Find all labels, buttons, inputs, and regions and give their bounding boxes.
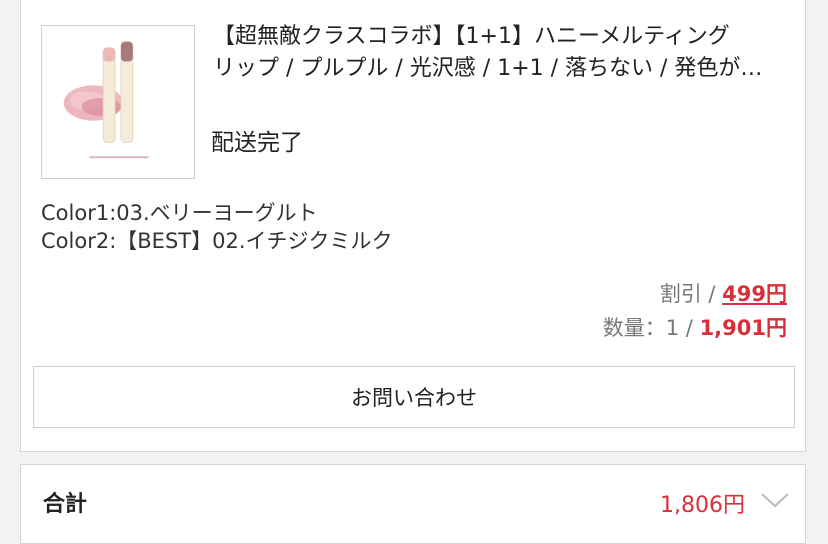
total-summary[interactable]: 合計 1,806円: [20, 464, 806, 544]
discount-value[interactable]: 499円: [722, 282, 787, 306]
contact-button[interactable]: お問い合わせ: [33, 366, 795, 428]
delivery-status: 配送完了: [211, 130, 303, 156]
quantity-label: 数量：1 /: [602, 316, 700, 340]
discount-row: 割引 / 499円: [660, 278, 787, 308]
product-title-line-1: 【超無敵クラスコラボ】【1+1】ハニーメルティング: [213, 24, 730, 49]
chevron-down-icon[interactable]: [759, 490, 791, 510]
discount-label: 割引 /: [659, 282, 723, 306]
total-value: 1,806円: [660, 493, 745, 518]
order-item-card: 【超無敵クラスコラボ】【1+1】ハニーメルティング リップ / プルプル / 光…: [20, 0, 806, 452]
lip-product-illustration: [63, 41, 149, 159]
total-label: 合計: [43, 492, 88, 517]
product-title[interactable]: 【超無敵クラスコラボ】【1+1】ハニーメルティング リップ / プルプル / 光…: [213, 21, 788, 87]
option-color2: Color2:【BEST】02.イチジクミルク: [41, 229, 393, 253]
item-price: 1,901円: [699, 316, 787, 340]
option-list: Color1:03.ベリーヨーグルト Color2:【BEST】02.イチジクミ…: [41, 199, 393, 255]
product-image[interactable]: [41, 25, 195, 179]
option-color1: Color1:03.ベリーヨーグルト: [41, 201, 318, 225]
quantity-price-row: 数量：1 / 1,901円: [603, 312, 787, 342]
product-title-line-2: リップ / プルプル / 光沢感 / 1+1 / 落ちない / 発色が…: [213, 56, 763, 81]
